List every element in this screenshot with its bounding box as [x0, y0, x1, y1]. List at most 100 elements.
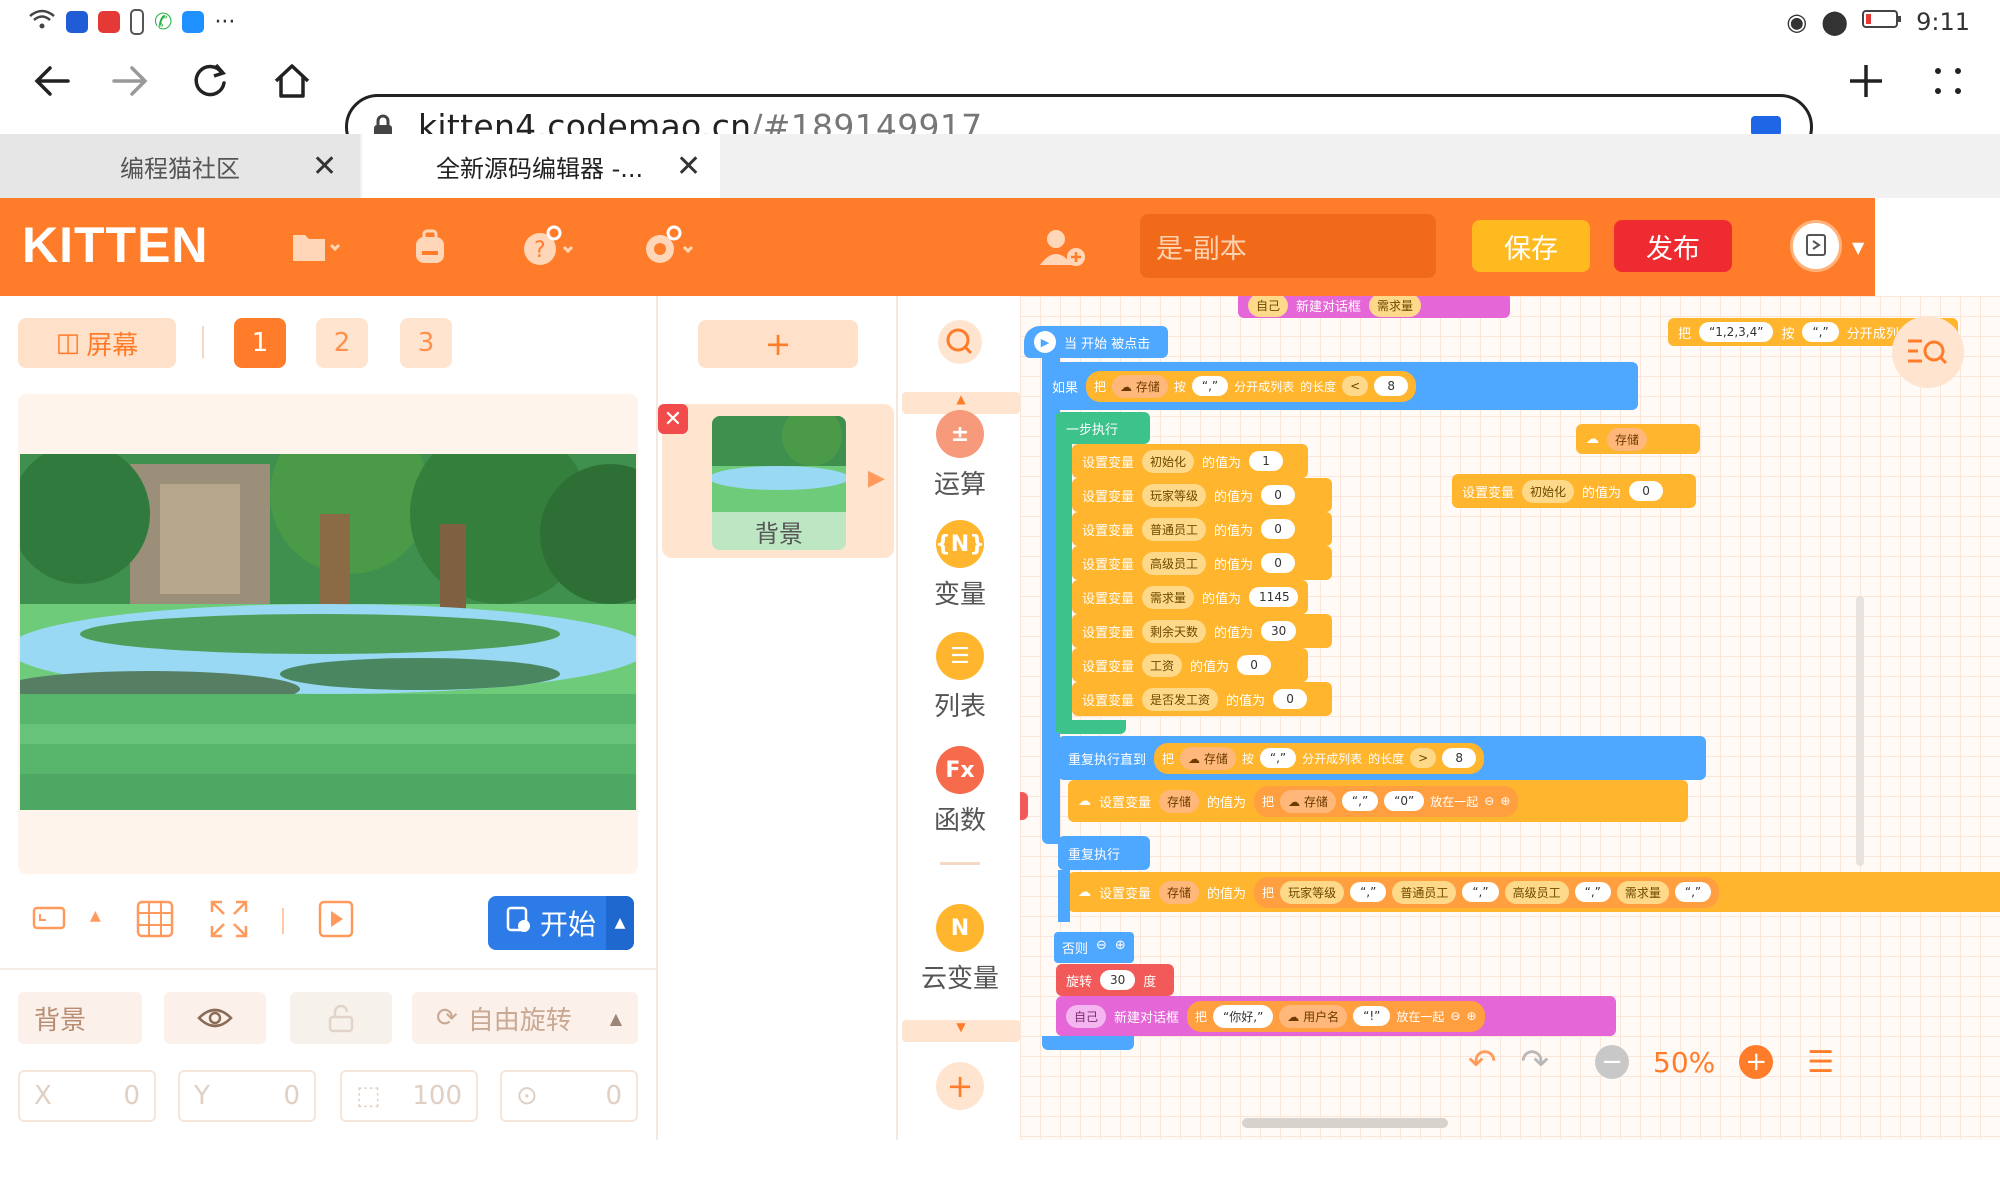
set-variable-block[interactable]: 设置变量 工资 的值为 0: [1072, 648, 1308, 682]
operator-dropdown[interactable]: >: [1410, 748, 1437, 768]
new-dialog-block[interactable]: 自己 新建对话框 把 “你好,” ☁ 用户名 “!” 放在一起 ⊖ ⊕: [1056, 996, 1616, 1036]
variable-dropdown[interactable]: 是否发工资: [1142, 687, 1219, 711]
value-input[interactable]: 0: [1261, 553, 1296, 573]
minus-icon[interactable]: ⊖: [1484, 794, 1494, 808]
cloud-storage-block[interactable]: ☁ 存储: [1576, 424, 1700, 454]
settings-menu-button[interactable]: [640, 224, 696, 270]
start-options-caret[interactable]: ▲: [606, 896, 634, 950]
browser-menu-button[interactable]: [1918, 51, 1978, 111]
variable-dropdown[interactable]: 需求量: [1142, 585, 1195, 609]
new-tab-button[interactable]: [1836, 51, 1896, 111]
horizontal-scrollbar[interactable]: [1242, 1118, 1448, 1128]
plus-icon[interactable]: ⊕: [1115, 938, 1126, 957]
forward-button[interactable]: [100, 51, 160, 111]
join-block[interactable]: 把 玩家等级 “,” 普通员工 “,” 高级员工 “,” 需求量 “,”: [1254, 876, 1720, 908]
screen-page-2[interactable]: 2: [316, 318, 368, 368]
cloud-storage-slot[interactable]: ☁ 存储: [1280, 789, 1336, 813]
reload-button[interactable]: [180, 51, 240, 111]
y-position-field[interactable]: Y0: [178, 1070, 316, 1122]
cloud-storage-slot[interactable]: ☁ 存储: [1112, 374, 1168, 398]
variable-dropdown[interactable]: 剩余天数: [1142, 619, 1207, 643]
zoom-in-button[interactable]: +: [1739, 1045, 1774, 1079]
variable-dropdown[interactable]: 高级员工: [1142, 551, 1207, 575]
text-input[interactable]: “,”: [1802, 322, 1839, 342]
publish-button[interactable]: 发布: [1614, 220, 1732, 272]
variable-slot[interactable]: 玩家等级: [1280, 880, 1345, 904]
value-input[interactable]: 0: [1261, 485, 1296, 505]
value-slot[interactable]: 需求量: [1369, 296, 1422, 317]
text-input[interactable]: “,”: [1191, 376, 1229, 396]
set-variable-block[interactable]: ☁ 设置变量 存储 的值为 把 玩家等级 “,” 普通员工 “,” 高级员工 “…: [1068, 872, 2000, 912]
lock-toggle[interactable]: [290, 992, 392, 1044]
when-start-clicked-block[interactable]: ▶ 当 开始 被点击: [1024, 326, 1168, 358]
value-input[interactable]: 0: [1261, 519, 1296, 539]
backpack-button[interactable]: [402, 224, 458, 270]
redo-icon[interactable]: ↷: [1521, 1042, 1550, 1082]
variable-slot[interactable]: 普通员工: [1392, 880, 1457, 904]
file-menu-button[interactable]: [288, 224, 344, 270]
visibility-toggle[interactable]: [164, 992, 266, 1044]
preview-button[interactable]: [318, 900, 354, 942]
rotate-block[interactable]: 旋转 30 度: [1056, 964, 1174, 996]
delete-sprite-icon[interactable]: ✕: [658, 404, 688, 434]
scroll-down-button[interactable]: ▼: [902, 1020, 1020, 1042]
add-extension-button[interactable]: +: [936, 1062, 984, 1110]
start-button[interactable]: 开始 ▲: [488, 896, 634, 950]
variable-dropdown[interactable]: 工资: [1142, 653, 1183, 677]
text-input[interactable]: “!”: [1353, 1006, 1391, 1026]
text-input[interactable]: “1,2,3,4”: [1699, 322, 1774, 342]
number-input[interactable]: 30: [1100, 970, 1136, 990]
user-avatar[interactable]: [1790, 220, 1842, 272]
home-button[interactable]: [262, 51, 322, 111]
operator-dropdown[interactable]: <: [1342, 376, 1369, 396]
plus-icon[interactable]: ⊕: [1500, 794, 1510, 808]
rotation-mode-select[interactable]: ⟳ 自由旋转 ▲: [412, 992, 638, 1044]
text-input[interactable]: “,”: [1462, 882, 1499, 902]
undo-icon[interactable]: ↶: [1468, 1042, 1497, 1082]
text-input[interactable]: “,”: [1350, 882, 1387, 902]
repeat-until-block[interactable]: 重复执行直到 把 ☁ 存储 按 “,” 分开成列表 的长度 > 8: [1058, 736, 1706, 780]
sprite-name-field[interactable]: 背景: [18, 992, 142, 1044]
screen-page-3[interactable]: 3: [400, 318, 452, 368]
stage-canvas[interactable]: [20, 454, 636, 810]
code-workspace[interactable]: 自己 新建对话框 需求量 把 “1,2,3,4” 按 “,” 分开成列 ☁ 存储…: [1020, 296, 2000, 1140]
variable-dropdown[interactable]: 玩家等级: [1142, 483, 1207, 507]
category-arithmetic[interactable]: ± 运算: [898, 410, 1022, 501]
set-variable-block[interactable]: 设置变量 高级员工 的值为 0: [1072, 546, 1332, 580]
variable-dropdown[interactable]: 初始化: [1142, 449, 1195, 473]
text-input[interactable]: “,”: [1259, 748, 1297, 768]
split-length-condition[interactable]: 把 ☁ 存储 按 “,” 分开成列表 的长度 > 8: [1154, 742, 1485, 774]
variable-dropdown[interactable]: 普通员工: [1142, 517, 1207, 541]
category-list[interactable]: ☰ 列表: [898, 632, 1022, 723]
join-block[interactable]: 把 “你好,” ☁ 用户名 “!” 放在一起 ⊖ ⊕: [1187, 1000, 1485, 1032]
value-input[interactable]: 0: [1273, 689, 1308, 709]
set-variable-block[interactable]: 设置变量 剩余天数 的值为 30: [1072, 614, 1332, 648]
project-name-input[interactable]: 是-副本: [1140, 214, 1436, 278]
error-marker[interactable]: [1020, 792, 1028, 820]
close-tab-icon[interactable]: ✕: [676, 149, 701, 184]
align-blocks-icon[interactable]: ☰: [1807, 1045, 1834, 1080]
text-input[interactable]: “,”: [1574, 882, 1611, 902]
text-input[interactable]: “0”: [1384, 791, 1425, 811]
category-variable[interactable]: {N} 变量: [898, 520, 1022, 611]
value-input[interactable]: 0: [1629, 481, 1664, 501]
text-input[interactable]: “,”: [1674, 882, 1712, 902]
set-variable-block[interactable]: 设置变量 是否发工资 的值为 0: [1072, 682, 1332, 716]
target-dropdown[interactable]: 自己: [1066, 1004, 1107, 1028]
text-input[interactable]: “,”: [1341, 791, 1379, 811]
close-tab-icon[interactable]: ✕: [312, 149, 337, 184]
join-block[interactable]: 把 ☁ 存储 “,” “0” 放在一起 ⊖ ⊕: [1254, 785, 1519, 817]
plus-icon[interactable]: ⊕: [1466, 1009, 1476, 1023]
screen-button[interactable]: ◫ 屏幕: [18, 318, 176, 368]
back-button[interactable]: [22, 51, 82, 111]
zoom-out-button[interactable]: −: [1595, 1045, 1629, 1079]
help-menu-button[interactable]: ?: [520, 224, 576, 270]
number-input[interactable]: 8: [1374, 376, 1409, 396]
chevron-down-icon[interactable]: ▼: [1852, 238, 1864, 257]
save-button[interactable]: 保存: [1472, 220, 1590, 272]
tab-editor[interactable]: 全新源码编辑器 -... ✕: [362, 134, 720, 198]
search-blocks-button[interactable]: [936, 318, 984, 370]
fullscreen-button[interactable]: [210, 900, 248, 942]
variable-slot[interactable]: 高级员工: [1504, 880, 1569, 904]
value-input[interactable]: 30: [1261, 621, 1297, 641]
